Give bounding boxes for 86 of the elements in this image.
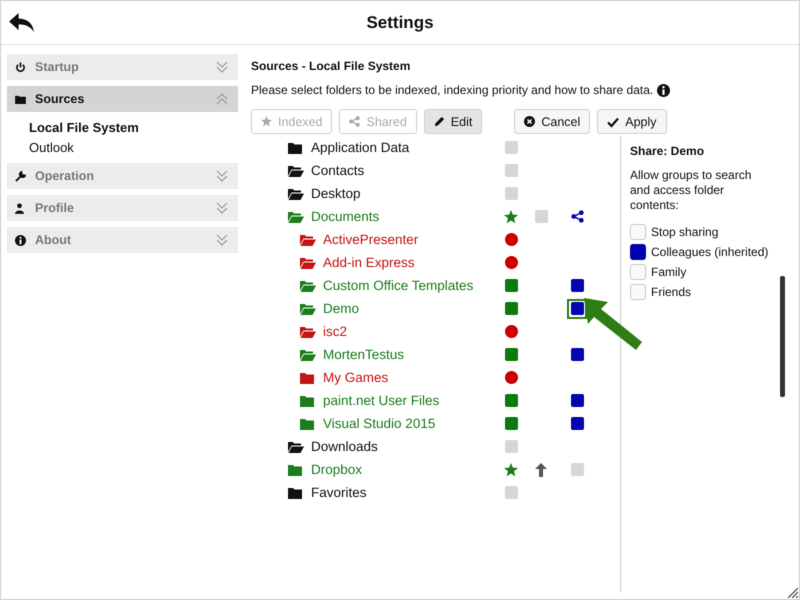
sidebar-section[interactable]: About <box>7 227 238 253</box>
wrench-icon <box>15 170 26 182</box>
action-button[interactable]: Apply <box>597 109 667 134</box>
inherit-marker[interactable] <box>504 141 518 154</box>
toolbar-button[interactable]: Edit <box>424 109 482 134</box>
section-label: Profile <box>35 201 75 215</box>
shared-marker[interactable] <box>570 302 584 315</box>
priority-marker[interactable] <box>534 210 548 223</box>
scrollbar-thumb[interactable] <box>780 276 785 397</box>
user-icon <box>15 202 24 214</box>
indexed-marker[interactable] <box>504 348 518 361</box>
power-icon <box>15 62 26 72</box>
folder-icon <box>15 94 26 104</box>
collapse-icon <box>216 93 228 105</box>
star-icon <box>261 116 272 127</box>
excluded-marker[interactable] <box>504 256 518 269</box>
share-marker[interactable] <box>570 463 584 476</box>
back-icon[interactable] <box>8 12 35 33</box>
folder-name[interactable]: ActivePresenter <box>323 232 418 247</box>
sidebar-section[interactable]: Startup <box>7 54 238 80</box>
resize-grip-icon[interactable] <box>786 586 798 598</box>
shared-marker[interactable] <box>570 348 584 361</box>
section-label: Startup <box>35 60 80 74</box>
panel-title: Share: Demo <box>630 144 706 158</box>
folder-name[interactable]: MortenTestus <box>323 347 404 362</box>
info-icon <box>15 234 26 246</box>
window-title: Settings <box>366 12 434 32</box>
folder-name[interactable]: Downloads <box>311 439 378 454</box>
expand-icon <box>216 61 228 73</box>
checkbox-label: Friends <box>651 285 692 299</box>
checkbox-label: Stop sharing <box>651 225 718 239</box>
checkbox[interactable] <box>630 244 646 260</box>
cancel-icon <box>524 116 536 127</box>
inherit-marker[interactable] <box>504 187 518 200</box>
excluded-marker[interactable] <box>504 371 518 384</box>
shared-marker[interactable] <box>570 417 584 430</box>
indexed-marker[interactable] <box>504 302 518 315</box>
shared-marker[interactable] <box>570 279 584 292</box>
folder-name[interactable]: Add-in Express <box>323 255 415 270</box>
sidebar-item[interactable]: Outlook <box>29 140 238 155</box>
folder-name[interactable]: Desktop <box>311 186 361 201</box>
share-icon <box>349 116 360 127</box>
folder-name[interactable]: Custom Office Templates <box>323 278 474 293</box>
excluded-marker[interactable] <box>504 325 518 338</box>
folder-name[interactable]: paint.net User Files <box>323 393 440 408</box>
star-icon[interactable] <box>504 210 518 224</box>
folder-name[interactable]: Demo <box>323 301 360 316</box>
folder-name[interactable]: Favorites <box>311 485 367 500</box>
section-label: About <box>35 233 72 247</box>
expand-icon <box>216 170 228 182</box>
folder-name[interactable]: My Games <box>323 370 388 385</box>
expand-icon <box>216 234 228 246</box>
folder-name[interactable]: Dropbox <box>311 462 362 477</box>
pointer-arrow <box>582 296 644 352</box>
panel-description: Allow groups to search and access folder contents: <box>630 168 752 213</box>
checkbox-label: Family <box>651 265 686 279</box>
section-label: Operation <box>35 169 96 183</box>
sidebar-section[interactable]: Profile <box>7 195 238 221</box>
folder-name[interactable]: isc2 <box>323 324 348 339</box>
shared-marker[interactable] <box>570 394 584 407</box>
checkbox-label: Colleagues (inherited) <box>651 245 768 259</box>
excluded-marker[interactable] <box>504 233 518 246</box>
inherit-marker[interactable] <box>504 440 518 453</box>
sidebar-item[interactable]: Local File System <box>29 120 238 135</box>
indexed-marker[interactable] <box>504 279 518 292</box>
section-heading: Sources - Local File System <box>251 59 412 73</box>
inherit-marker[interactable] <box>504 486 518 499</box>
folder-name[interactable]: Documents <box>311 209 380 224</box>
action-button[interactable]: Cancel <box>514 109 590 134</box>
star-icon[interactable] <box>504 462 518 476</box>
indexed-marker[interactable] <box>504 417 518 430</box>
up-arrow-icon[interactable] <box>535 462 547 476</box>
pencil-icon <box>434 116 445 127</box>
share-icon[interactable] <box>570 210 584 223</box>
sidebar-section[interactable]: Operation <box>7 163 238 189</box>
folder-name[interactable]: Visual Studio 2015 <box>323 416 436 431</box>
section-label: Sources <box>35 92 86 106</box>
checkmark-icon <box>607 116 620 128</box>
indexed-marker[interactable] <box>504 394 518 407</box>
info-icon[interactable] <box>657 84 670 96</box>
inherit-marker[interactable] <box>504 164 518 177</box>
folder-name[interactable]: Contacts <box>311 163 364 178</box>
sidebar-section[interactable]: Sources <box>7 86 238 112</box>
description: Please select folders to be indexed, indexing priority and how to share data. <box>251 83 654 97</box>
folder-name[interactable]: Application Data <box>311 140 410 155</box>
expand-icon <box>216 202 228 214</box>
